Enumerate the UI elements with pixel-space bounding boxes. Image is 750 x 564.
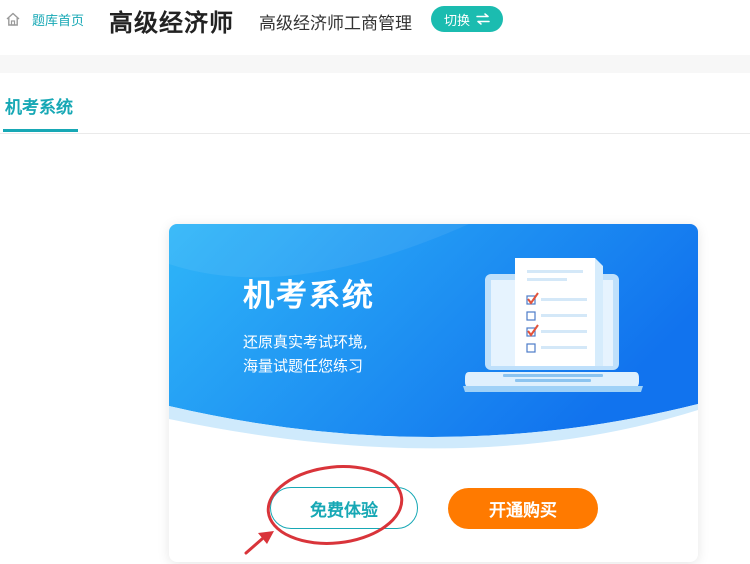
switch-button-label: 切换 — [443, 13, 470, 29]
card-title: 机考系统 — [243, 278, 375, 314]
home-icon — [6, 12, 20, 26]
tab-bar: 机考系统 — [0, 73, 750, 134]
section-divider — [0, 55, 750, 73]
tab-exam-system[interactable]: 机考系统 — [5, 93, 73, 118]
laptop-checklist-icon — [463, 258, 643, 392]
exam-system-card: 机考系统 还原真实考试环境, 海量试题任您练习 免费体验 开通购买 — [169, 224, 698, 562]
purchase-button[interactable]: 开通购买 — [448, 488, 598, 529]
exam-title: 高级经济师 — [109, 9, 234, 37]
exam-subject: 高级经济师工商管理 — [259, 14, 412, 34]
home-link[interactable]: 题库首页 — [5, 8, 84, 30]
tab-active-indicator — [3, 129, 78, 132]
card-description-line-1: 还原真实考试环境, — [243, 333, 368, 351]
switch-button[interactable]: 切换 — [431, 6, 503, 32]
free-trial-button[interactable]: 免费体验 — [270, 487, 418, 529]
card-description-line-2: 海量试题任您练习 — [243, 357, 364, 375]
top-header: 题库首页 高级经济师 高级经济师工商管理 切换 — [0, 0, 750, 40]
swap-arrows-icon — [476, 13, 490, 25]
home-link-label: 题库首页 — [32, 13, 85, 29]
